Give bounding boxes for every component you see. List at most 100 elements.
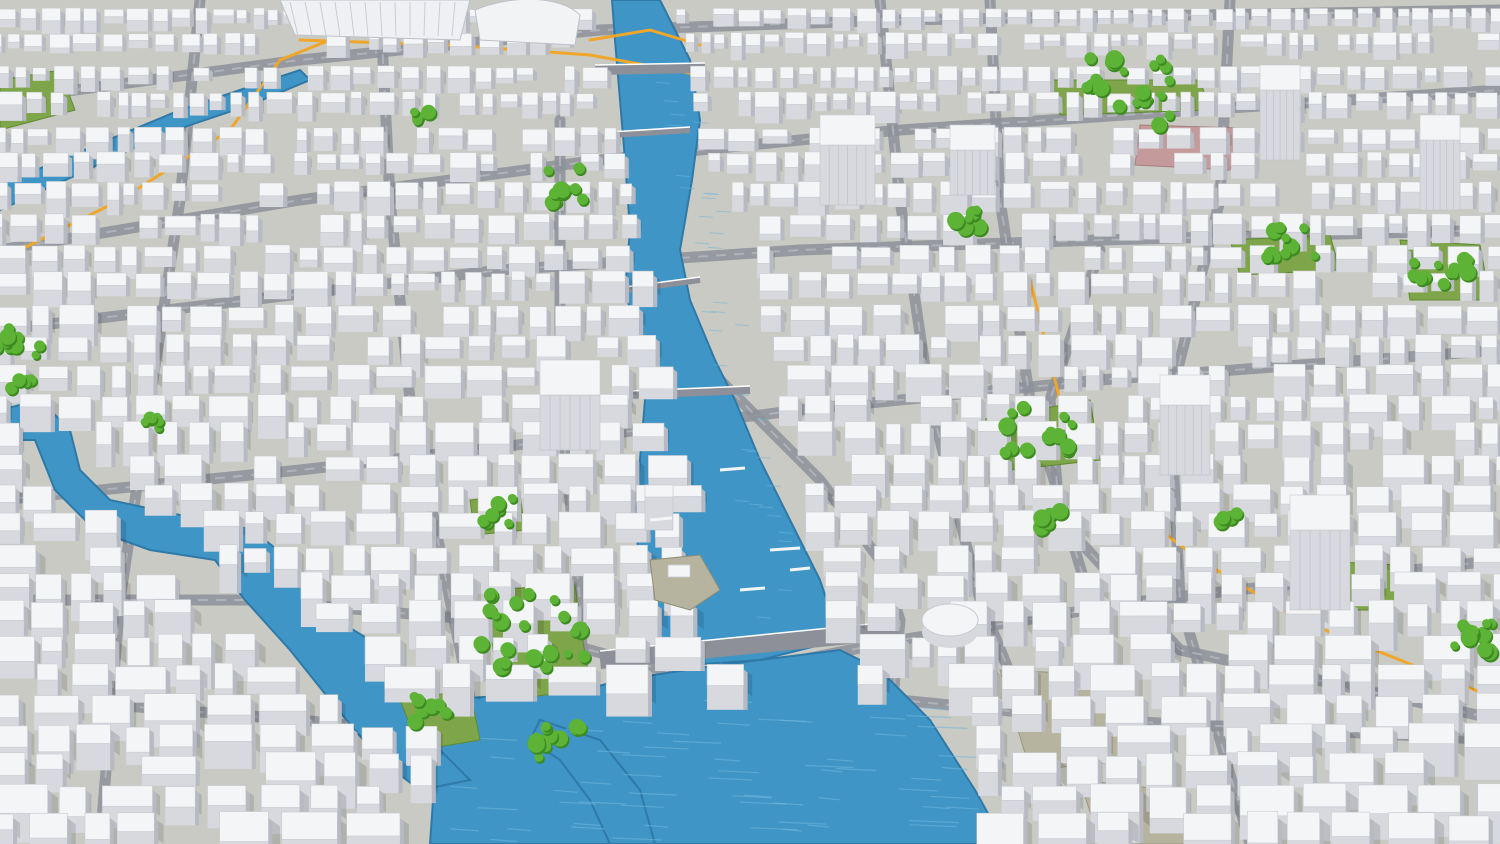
building-side [410,309,415,337]
building [1392,65,1422,89]
building-side [345,35,350,58]
building-facade [1236,101,1256,110]
building-side [89,155,94,180]
building [99,336,131,363]
building [917,510,957,552]
building-facade [1159,319,1192,338]
building-roof [730,32,743,47]
building-facade [847,40,860,47]
building-roof [1199,127,1227,140]
building [290,366,332,391]
building-facade [134,160,150,178]
building-side [461,368,466,399]
building-roof [558,511,601,539]
building-facade [465,290,482,305]
building-roof [1090,513,1120,535]
building-facade [1308,138,1335,144]
building [72,33,101,52]
building-side [411,368,416,388]
building-facade [1048,528,1082,552]
building-side [1100,249,1105,270]
building-facade [416,138,429,153]
building-side [394,68,399,88]
building [1145,574,1177,601]
building-facade [589,224,613,239]
building-roof [1357,7,1373,15]
building-roof [604,453,636,477]
building-roof [522,128,548,146]
building [1014,92,1033,118]
building-facade [833,100,848,110]
building-facade [454,229,479,244]
building-side [172,488,177,516]
building-facade [693,102,708,112]
building-side [772,68,777,89]
building-roof [937,455,960,479]
building-roof [1478,396,1494,409]
building [135,273,165,297]
building-facade [350,98,362,115]
building-roof [506,367,535,378]
building [1372,272,1403,298]
building-facade [320,232,344,246]
building-facade [263,82,277,89]
building-roof [0,33,2,48]
building-side [420,338,425,378]
building-roof [829,306,863,326]
building-facade [158,165,183,173]
building-side [243,426,248,462]
building-side [944,155,949,176]
building [1214,272,1233,304]
building-roof [586,305,602,322]
building-roof [1161,696,1207,724]
building-side [882,185,887,206]
building-roof [426,65,441,79]
building-side [1027,275,1032,307]
building [763,9,785,24]
building-side [1435,577,1440,613]
building-side [906,185,911,207]
building-facade [386,161,408,174]
building-side [1130,155,1135,176]
building-side [67,368,72,391]
building-roof [191,633,212,659]
building [1307,129,1339,144]
building-facade [1033,161,1061,176]
building-facade [1361,320,1384,338]
building-side [1426,217,1431,250]
building-side [918,155,923,178]
building-roof [245,214,259,232]
building-side [418,68,423,90]
building [981,66,1002,92]
building-roof [343,544,366,572]
building-roof [337,364,370,381]
building [325,456,364,481]
building-facade [522,104,538,119]
building [1334,9,1357,27]
building-roof [738,9,761,23]
building [582,67,612,89]
building [785,91,813,120]
building-side [469,68,474,94]
building-facade [522,144,548,152]
building-roof [975,571,1008,594]
building-roof [1294,8,1304,21]
building-roof [834,485,877,502]
building-roof [992,365,1016,379]
building-roof [1484,214,1500,225]
building-roof [209,93,222,102]
building-roof [19,393,52,408]
building-side [1277,515,1282,537]
building-side [492,95,497,115]
building-roof [1440,600,1461,625]
building-roof [1355,33,1369,45]
building-side [1170,488,1175,522]
building-facade [236,18,247,24]
building-side [317,399,322,428]
building-facade [554,140,575,156]
building-facade [139,228,158,239]
building-roof [1413,246,1440,258]
building-roof [259,364,282,384]
building-roof [500,93,518,103]
building-facade [377,72,395,88]
